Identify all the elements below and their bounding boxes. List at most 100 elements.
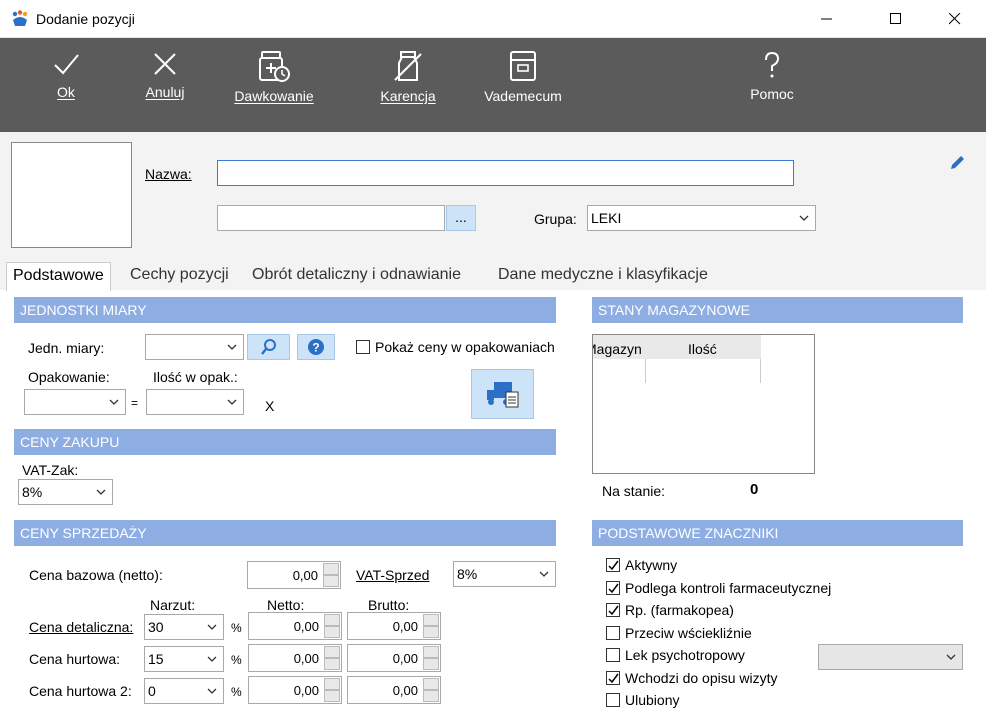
flag-pharma-control-checkbox[interactable] bbox=[606, 581, 620, 595]
units-section-header: JEDNOSTKI MIARY bbox=[14, 297, 556, 323]
cancel-button[interactable]: Anuluj bbox=[135, 38, 195, 132]
qty-select[interactable] bbox=[146, 389, 244, 415]
help-button[interactable]: Pomoc bbox=[742, 38, 802, 132]
retail-markup-select[interactable]: 30 bbox=[144, 614, 224, 640]
spin-up-icon[interactable] bbox=[324, 678, 340, 690]
percent-sign: % bbox=[231, 685, 242, 699]
spin-down-icon[interactable] bbox=[423, 626, 439, 638]
app-logo-icon bbox=[10, 10, 30, 31]
medicine-clock-icon bbox=[259, 51, 290, 82]
wholesale-net-spinner[interactable]: 0,00 bbox=[248, 644, 342, 672]
psychotropic-select[interactable] bbox=[818, 644, 963, 670]
check-icon bbox=[608, 560, 619, 571]
spin-down-icon[interactable] bbox=[324, 658, 340, 670]
flag-pharma-control-label: Podlega kontroli farmaceutycznej bbox=[625, 580, 832, 596]
percent-sign: % bbox=[231, 621, 242, 635]
name-label: Nazwa: bbox=[145, 166, 192, 182]
sales-section-header: CENY SPRZEDAŻY bbox=[14, 520, 556, 546]
svg-text:?: ? bbox=[312, 341, 319, 355]
spin-down-icon[interactable] bbox=[324, 690, 340, 702]
item-image[interactable] bbox=[11, 142, 132, 248]
equals-sign: = bbox=[131, 396, 139, 410]
spin-down-icon[interactable] bbox=[324, 626, 340, 638]
on-stock-label: Na stanie: bbox=[602, 483, 666, 499]
tab-basic[interactable]: Podstawowe bbox=[6, 262, 111, 291]
spin-up-icon[interactable] bbox=[323, 563, 339, 575]
spin-down-icon[interactable] bbox=[323, 575, 339, 587]
spin-up-icon[interactable] bbox=[423, 614, 439, 626]
close-window-button[interactable] bbox=[932, 0, 978, 38]
tab-item-features[interactable]: Cechy pozycji bbox=[124, 262, 235, 290]
check-icon bbox=[608, 605, 619, 616]
show-prices-label: Pokaż ceny w opakowaniach bbox=[375, 339, 555, 355]
window-title: Dodanie pozycji bbox=[36, 11, 135, 27]
spin-up-icon[interactable] bbox=[324, 614, 340, 626]
name-input[interactable] bbox=[217, 160, 794, 186]
code-input[interactable] bbox=[217, 205, 445, 231]
bottle-crossed-icon bbox=[394, 51, 422, 81]
flag-favorite-label: Ulubiony bbox=[625, 692, 680, 708]
base-price-spinner[interactable]: 0,00 bbox=[247, 561, 341, 589]
delivery-button[interactable] bbox=[471, 369, 534, 419]
spin-up-icon[interactable] bbox=[423, 646, 439, 658]
tab-retail-turnover[interactable]: Obrót detaliczny i odnawianie bbox=[246, 262, 467, 290]
flag-rx-pharmacopoeia-checkbox[interactable] bbox=[606, 603, 620, 617]
percent-sign: % bbox=[231, 653, 242, 667]
flag-rx-pharmacopoeia-label: Rp. (farmakopea) bbox=[625, 602, 734, 618]
chevron-down-icon bbox=[799, 215, 809, 221]
retail-gross-spinner[interactable]: 0,00 bbox=[347, 612, 441, 640]
truck-icon bbox=[487, 382, 519, 408]
wholesale2-gross-spinner[interactable]: 0,00 bbox=[347, 676, 441, 704]
flag-favorite-checkbox[interactable] bbox=[606, 693, 620, 707]
spin-down-icon[interactable] bbox=[423, 658, 439, 670]
unit-label: Jedn. miary: bbox=[28, 340, 105, 356]
pencil-icon[interactable] bbox=[948, 154, 966, 175]
ok-button[interactable]: Ok bbox=[36, 38, 96, 132]
tab-medical-data[interactable]: Dane medyczne i klasyfikacje bbox=[492, 262, 714, 290]
wholesale2-markup-select[interactable]: 0 bbox=[144, 678, 224, 704]
check-icon bbox=[54, 54, 79, 75]
flag-visit-description-checkbox[interactable] bbox=[606, 671, 620, 685]
show-prices-checkbox[interactable] bbox=[356, 340, 370, 354]
qty-column-header[interactable]: Ilość bbox=[688, 341, 717, 357]
sales-vat-label: VAT-Sprzed bbox=[356, 567, 430, 583]
check-icon bbox=[608, 673, 619, 684]
column-divider bbox=[760, 359, 761, 383]
purchase-vat-select[interactable]: 8% bbox=[18, 479, 113, 505]
flag-visit-description-label: Wchodzi do opisu wizyty bbox=[625, 670, 778, 686]
flag-active-label: Aktywny bbox=[625, 557, 678, 573]
search-unit-button[interactable] bbox=[247, 334, 290, 360]
wholesale-gross-spinner[interactable]: 0,00 bbox=[347, 644, 441, 672]
flag-psychotropic-checkbox[interactable] bbox=[606, 648, 620, 662]
question-icon bbox=[765, 51, 780, 78]
spin-down-icon[interactable] bbox=[423, 690, 439, 702]
flag-psychotropic-label: Lek psychotropowy bbox=[625, 647, 745, 663]
chevron-down-icon bbox=[109, 399, 119, 405]
warehouse-column-header[interactable]: Magazyn bbox=[593, 341, 645, 357]
unit-help-button[interactable]: ? bbox=[297, 334, 335, 360]
vademecum-button[interactable]: Vademecum bbox=[476, 38, 570, 132]
package-label: Opakowanie: bbox=[28, 369, 110, 385]
unit-select[interactable] bbox=[145, 334, 244, 360]
browse-button[interactable]: ... bbox=[446, 205, 476, 231]
package-select[interactable] bbox=[24, 389, 126, 415]
wholesale-markup-select[interactable]: 15 bbox=[144, 646, 224, 672]
wholesale2-net-spinner[interactable]: 0,00 bbox=[248, 676, 342, 704]
stock-table[interactable]: Magazyn Ilość bbox=[592, 334, 815, 474]
base-price-label: Cena bazowa (netto): bbox=[29, 567, 163, 583]
spin-up-icon[interactable] bbox=[423, 678, 439, 690]
qty-label: Ilość w opak.: bbox=[153, 369, 238, 385]
dosage-button[interactable]: Dawkowanie bbox=[228, 38, 320, 132]
group-select[interactable]: LEKI bbox=[587, 205, 816, 231]
column-divider bbox=[645, 359, 646, 383]
check-icon bbox=[608, 583, 619, 594]
minimize-button[interactable] bbox=[804, 0, 850, 38]
flag-active-checkbox[interactable] bbox=[606, 558, 620, 572]
flag-anti-rabies-checkbox[interactable] bbox=[606, 626, 620, 640]
sales-vat-select[interactable]: 8% bbox=[453, 561, 556, 587]
maximize-button[interactable] bbox=[873, 0, 919, 38]
withdrawal-button[interactable]: Karencja bbox=[372, 38, 444, 132]
spin-up-icon[interactable] bbox=[324, 646, 340, 658]
retail-net-spinner[interactable]: 0,00 bbox=[248, 612, 342, 640]
chevron-down-icon bbox=[227, 399, 237, 405]
